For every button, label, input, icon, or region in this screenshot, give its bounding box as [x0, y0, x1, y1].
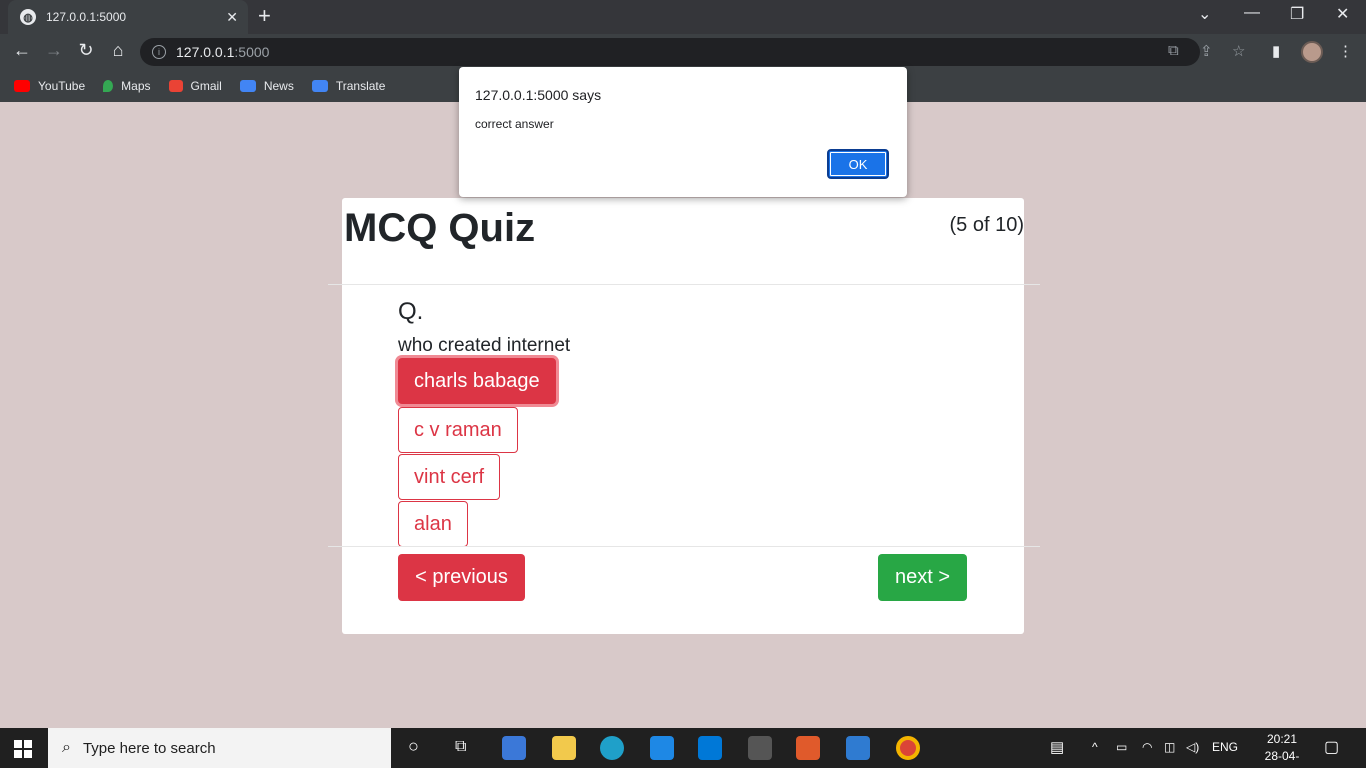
question-label: Q. [398, 298, 424, 325]
browser-titlebar: ◍ 127.0.0.1:5000 ✕ + ⌄ — ❐ ✕ [0, 0, 1366, 34]
language-indicator[interactable]: ENG [1212, 740, 1238, 754]
youtube-icon [14, 80, 30, 92]
bookmark-label: Maps [121, 79, 151, 93]
quiz-card: MCQ Quiz (5 of 10) Q. who created intern… [342, 198, 1024, 634]
page-title: MCQ Quiz [344, 206, 536, 250]
bookmark-youtube[interactable]: YouTube [14, 79, 85, 93]
chrome-icon[interactable] [896, 736, 920, 760]
divider [328, 546, 1040, 547]
file-explorer-icon[interactable] [552, 736, 576, 760]
bookmark-translate[interactable]: Translate [311, 79, 386, 93]
wifi-icon[interactable]: ◠ [1142, 740, 1152, 754]
bookmark-label: Gmail [190, 79, 222, 93]
url-port: :5000 [234, 44, 270, 60]
taskbar: ⌕ Type here to search ○ ⧉ ▤ ^ ▭ ◠ ◫ ◁) E… [0, 728, 1366, 768]
side-panel-icon[interactable]: ▮ [1272, 42, 1280, 60]
gmail-icon [168, 80, 183, 92]
dialog-title: 127.0.0.1:5000 says [475, 87, 602, 103]
taskbar-search[interactable]: ⌕ Type here to search [48, 728, 391, 768]
show-hidden-icons-icon[interactable]: ^ [1092, 740, 1098, 754]
volume-icon[interactable]: ◁) [1186, 740, 1199, 754]
terminal-icon[interactable] [748, 736, 772, 760]
bookmark-label: Translate [335, 79, 386, 93]
option-button[interactable]: alan [398, 501, 468, 547]
translate-icon [311, 80, 328, 92]
bookmark-maps[interactable]: Maps [103, 79, 151, 93]
tab-close-icon[interactable]: ✕ [226, 9, 238, 26]
search-placeholder: Type here to search [82, 739, 216, 757]
bookmark-gmail[interactable]: Gmail [168, 79, 222, 93]
translate-page-icon[interactable]: ⧉ [1168, 42, 1179, 59]
browser-tab[interactable]: ◍ 127.0.0.1:5000 ✕ [8, 0, 248, 34]
store-icon[interactable] [502, 736, 526, 760]
home-icon[interactable]: ⌂ [106, 40, 130, 61]
bookmark-label: YouTube [38, 79, 86, 93]
profile-avatar[interactable] [1301, 41, 1323, 63]
minimize-icon[interactable]: — [1244, 4, 1260, 22]
notification-icon[interactable]: ▢ [1324, 737, 1339, 757]
ok-button[interactable]: OK [827, 149, 889, 179]
tab-title: 127.0.0.1:5000 [46, 10, 127, 24]
edge-icon[interactable] [600, 736, 624, 760]
close-window-icon[interactable]: ✕ [1336, 4, 1349, 24]
reload-icon[interactable]: ↻ [74, 40, 98, 61]
cortana-icon[interactable]: ○ [408, 736, 419, 757]
news-widget-icon[interactable]: ▤ [1050, 738, 1064, 756]
clock-time: 20:21 [1266, 732, 1298, 746]
news-icon [239, 80, 256, 92]
tab-search-icon[interactable]: ⌄ [1198, 4, 1211, 24]
option-button[interactable]: c v raman [398, 407, 518, 453]
divider [328, 284, 1040, 285]
meet-icon[interactable]: ◫ [1164, 740, 1175, 754]
windows-start-icon[interactable] [14, 740, 32, 758]
clock-date: 28-04-2022 [1264, 749, 1300, 768]
question-text: who created internet [398, 335, 571, 356]
globe-icon: ◍ [20, 9, 36, 25]
clock[interactable]: 20:21 28-04-2022 [1258, 731, 1306, 768]
previous-button[interactable]: < previous [398, 554, 525, 601]
share-icon[interactable]: ⇪ [1200, 42, 1213, 60]
snip-tool-icon[interactable] [796, 736, 820, 760]
new-tab-icon[interactable]: + [258, 5, 271, 27]
maps-icon [103, 80, 114, 92]
browser-toolbar: ← → ↻ ⌂ i 127.0.0.1 :5000 ⧉ ⇪ ☆ ▮ ⋮ [0, 34, 1366, 70]
vscode-icon[interactable] [698, 736, 722, 760]
photos-icon[interactable] [846, 736, 870, 760]
option-button[interactable]: charls babage [398, 358, 556, 404]
alert-dialog: 127.0.0.1:5000 says correct answer OK [459, 67, 907, 197]
question-counter: (5 of 10) [949, 214, 1024, 236]
site-info-icon[interactable]: i [152, 45, 166, 59]
dialog-message: correct answer [475, 117, 554, 131]
url-host: 127.0.0.1 [176, 44, 235, 60]
option-button[interactable]: vint cerf [398, 454, 501, 500]
back-icon[interactable]: ← [10, 40, 34, 61]
forward-icon[interactable]: → [42, 40, 66, 61]
task-view-icon[interactable]: ⧉ [455, 738, 466, 756]
address-bar[interactable]: i 127.0.0.1 :5000 [140, 38, 1200, 66]
search-icon: ⌕ [62, 739, 71, 756]
bookmark-label: News [263, 79, 294, 93]
bookmark-star-icon[interactable]: ☆ [1232, 42, 1245, 60]
menu-icon[interactable]: ⋮ [1338, 42, 1353, 60]
next-button[interactable]: next > [878, 554, 967, 601]
mail-icon[interactable] [650, 736, 674, 760]
restore-icon[interactable]: ❐ [1290, 4, 1304, 24]
bookmark-news[interactable]: News [239, 79, 294, 93]
battery-icon[interactable]: ▭ [1116, 740, 1127, 754]
